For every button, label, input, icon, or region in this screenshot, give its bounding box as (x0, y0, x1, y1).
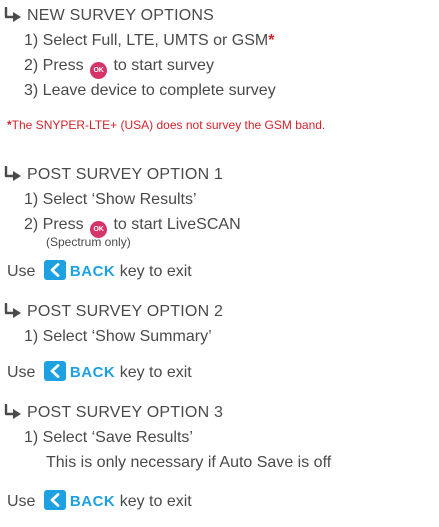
back-key-label: BACK (69, 364, 116, 381)
back-chevron-icon (43, 260, 66, 280)
back-instruction: Use BACK key to exit (7, 490, 192, 513)
use-text: key to exit (115, 263, 192, 280)
return-arrow-icon (4, 7, 21, 22)
section-heading-post-survey-2: POST SURVEY OPTION 2 (27, 303, 224, 320)
return-arrow-icon (4, 303, 21, 318)
auto-save-note: This is only necessary if Auto Save is o… (46, 454, 332, 471)
use-text: key to exit (115, 364, 192, 381)
spectrum-only-note: (Spectrum only) (46, 235, 131, 249)
step-text: to start LiveSCAN (109, 216, 241, 233)
ok-button-icon: OK (90, 62, 108, 79)
section-heading-post-survey-3: POST SURVEY OPTION 3 (27, 404, 224, 421)
footnote-text: The SNYPER-LTE+ (USA) does not survey th… (11, 118, 326, 132)
back-key-label: BACK (69, 263, 116, 280)
footnote-star: * (268, 32, 275, 49)
step-text: 2) Press (24, 57, 89, 74)
back-chevron-icon (43, 361, 66, 381)
use-text: Use (7, 364, 40, 381)
use-text: Use (7, 493, 40, 510)
section-heading-new-survey: NEW SURVEY OPTIONS (27, 7, 215, 24)
back-instruction: Use BACK key to exit (7, 260, 192, 283)
new-survey-step-2: 2) Press OK to start survey (24, 57, 214, 79)
gsm-footnote: *The SNYPER-LTE+ (USA) does not survey t… (7, 117, 437, 133)
post-survey-3-step-1: 1) Select ‘Save Results’ (24, 429, 193, 446)
new-survey-step-3: 3) Leave device to complete survey (24, 82, 276, 99)
post-survey-2-step-1: 1) Select ‘Show Summary’ (24, 328, 212, 345)
back-chevron-icon (43, 490, 66, 510)
use-text: Use (7, 263, 40, 280)
return-arrow-icon (4, 166, 21, 181)
new-survey-step-1: 1) Select Full, LTE, UMTS or GSM* (24, 32, 274, 50)
return-arrow-icon (4, 404, 21, 419)
post-survey-1-step-1: 1) Select ‘Show Results’ (24, 191, 197, 208)
step-text: to start survey (109, 57, 214, 74)
step-text: 1) Select Full, LTE, UMTS or GSM (24, 32, 269, 49)
step-text: 2) Press (24, 216, 89, 233)
use-text: key to exit (115, 493, 192, 510)
back-key-label: BACK (69, 493, 116, 510)
section-heading-post-survey-1: POST SURVEY OPTION 1 (27, 166, 224, 183)
back-instruction: Use BACK key to exit (7, 361, 192, 384)
